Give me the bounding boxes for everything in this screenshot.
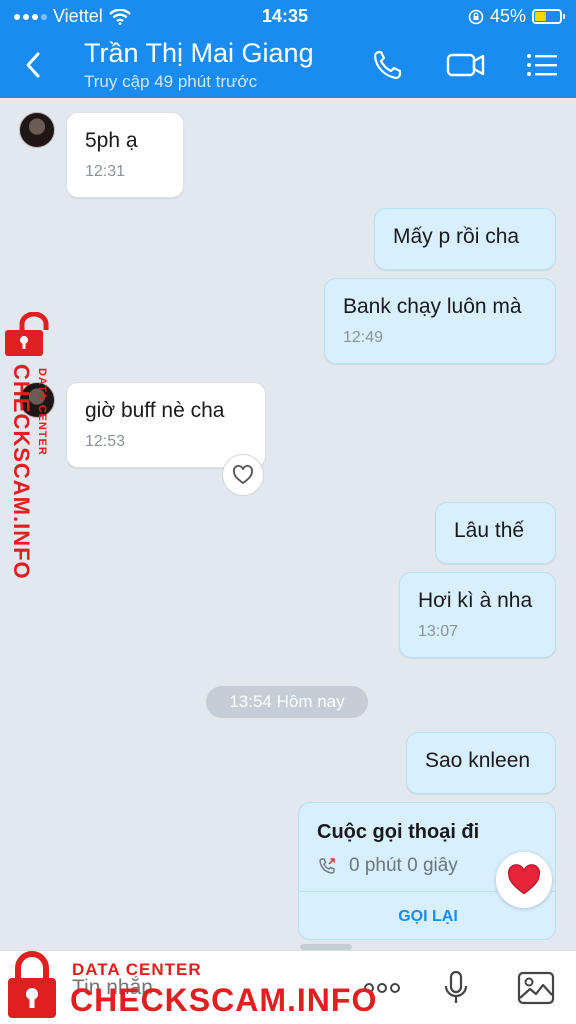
message-time: 12:53 (85, 433, 126, 450)
image-button[interactable] (516, 969, 556, 1007)
signal-icon (14, 13, 47, 20)
avatar[interactable] (19, 112, 55, 148)
more-icon (364, 983, 400, 993)
date-separator: 13:54 Hôm nay (206, 686, 368, 718)
battery-fill (535, 12, 546, 21)
mic-icon (444, 970, 468, 1003)
carrier-name: Viettel (53, 6, 103, 26)
react-heart-button[interactable] (496, 852, 552, 908)
contact-name[interactable]: Trần Thị Mai Giang (84, 38, 314, 69)
call-title: Cuộc gọi thoại đi (317, 821, 480, 843)
heart-icon (507, 864, 541, 895)
heart-icon (233, 465, 253, 485)
message-text: Hơi kì à nha (418, 589, 533, 612)
message-bubble-out[interactable]: Mấy p rồi cha (374, 208, 556, 270)
call-detail: 0 phút 0 giây (317, 855, 458, 877)
video-icon[interactable] (446, 48, 486, 82)
message-time: 12:49 (343, 329, 384, 346)
voice-button[interactable] (436, 969, 476, 1007)
message-text: Lâu thế (454, 519, 525, 542)
call-duration: 0 phút 0 giây (349, 855, 458, 876)
lock-rotation-icon (468, 9, 484, 24)
message-text: 5ph ạ (85, 129, 138, 152)
message-text: giờ buff nè cha (85, 399, 225, 422)
status-right: 45% (468, 6, 565, 27)
message-bubble-in[interactable]: 5ph ạ 12:31 (66, 112, 184, 198)
carrier-group: Viettel (14, 6, 131, 27)
battery-percent: 45% (489, 6, 526, 26)
battery-icon (532, 9, 565, 24)
message-bubble-out[interactable]: Lâu thế (435, 502, 556, 564)
chat-header: Trần Thị Mai Giang Truy cập 49 phút trướ… (0, 32, 576, 98)
clock: 14:35 (262, 6, 309, 26)
menu-icon[interactable] (524, 48, 560, 82)
status-bar: Viettel 14:35 45% (0, 0, 576, 32)
message-bubble-out[interactable]: Hơi kì à nha 13:07 (399, 572, 556, 658)
image-icon (517, 971, 555, 1005)
message-text: Sao knleen (425, 749, 531, 772)
outgoing-call-icon (319, 858, 335, 874)
message-text: Mấy p rồi cha (393, 225, 520, 248)
back-icon[interactable] (18, 48, 48, 82)
message-text: Bank chạy luôn mà (343, 295, 522, 318)
message-time: 13:07 (418, 623, 459, 640)
wifi-icon (108, 8, 131, 25)
react-heart-button[interactable] (222, 454, 264, 496)
message-time: 12:31 (85, 163, 126, 180)
more-button[interactable] (362, 969, 402, 1007)
last-seen: Truy cập 49 phút trước (84, 72, 258, 91)
composer-bar (0, 950, 576, 1024)
phone-icon[interactable] (370, 48, 406, 82)
message-bubble-out[interactable]: Sao knleen (406, 732, 556, 794)
chat-area[interactable]: 5ph ạ 12:31 Mấy p rồi cha Bank chạy luôn… (0, 98, 576, 950)
avatar[interactable] (19, 382, 55, 418)
message-input[interactable] (72, 971, 332, 1005)
message-bubble-out[interactable]: Bank chạy luôn mà 12:49 (324, 278, 556, 364)
